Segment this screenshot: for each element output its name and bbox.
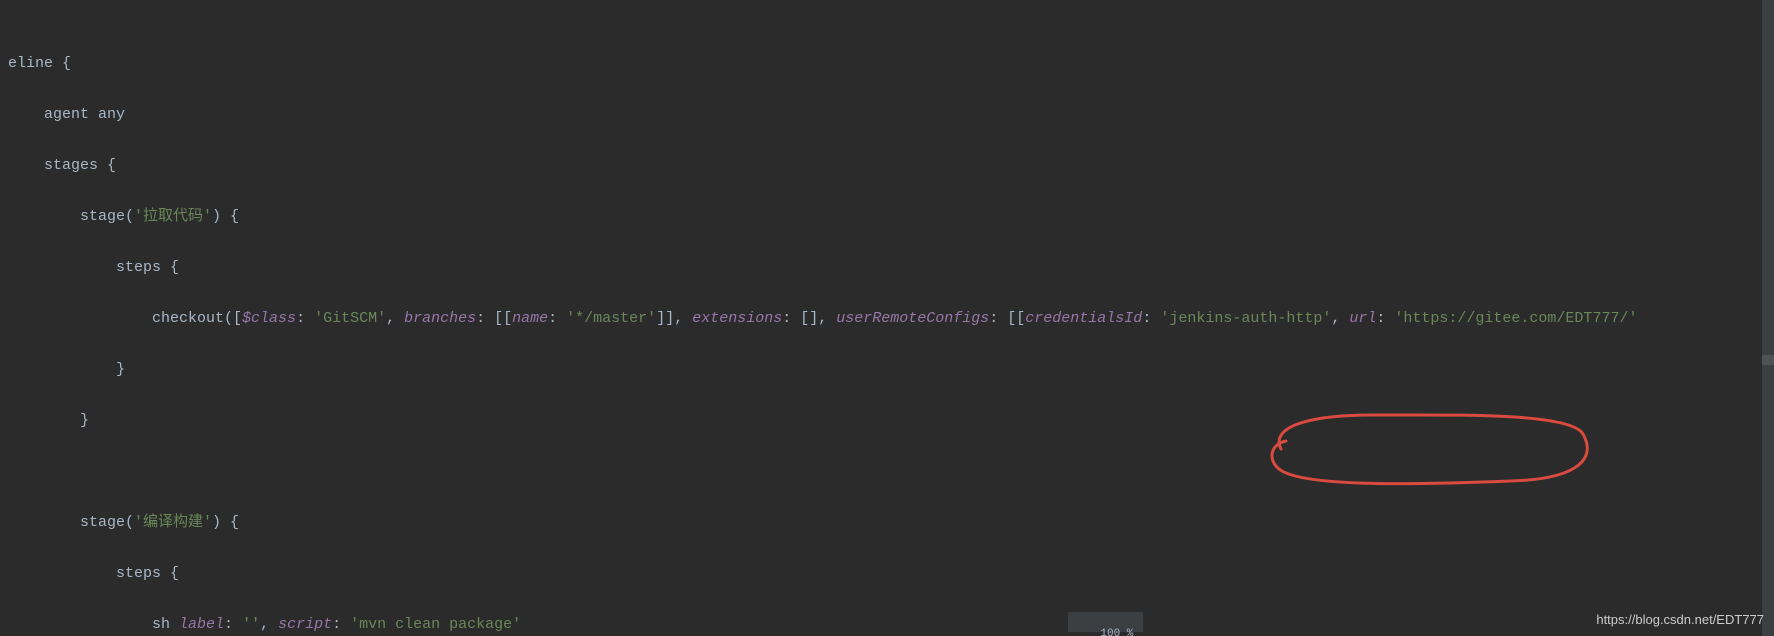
code-line	[0, 459, 1774, 485]
code-line: stage('编译构建') {	[0, 510, 1774, 536]
zoom-indicator[interactable]: 100 %	[1068, 612, 1143, 632]
scrollbar-vertical[interactable]	[1762, 0, 1774, 636]
code-line: agent any	[0, 102, 1774, 128]
code-line: steps {	[0, 255, 1774, 281]
code-line: eline {	[0, 51, 1774, 77]
code-line: }	[0, 408, 1774, 434]
code-line: }	[0, 357, 1774, 383]
code-line: stage('拉取代码') {	[0, 204, 1774, 230]
scrollbar-marker	[1762, 355, 1774, 365]
code-line: steps {	[0, 561, 1774, 587]
watermark-text: https://blog.csdn.net/EDT777	[1596, 607, 1764, 633]
code-line: stages {	[0, 153, 1774, 179]
code-editor[interactable]: eline { agent any stages { stage('拉取代码')…	[0, 0, 1774, 636]
zoom-text: 100 %	[1100, 628, 1133, 636]
code-line: sh label: '', script: 'mvn clean package…	[0, 612, 1774, 636]
code-line: checkout([$class: 'GitSCM', branches: [[…	[0, 306, 1774, 332]
